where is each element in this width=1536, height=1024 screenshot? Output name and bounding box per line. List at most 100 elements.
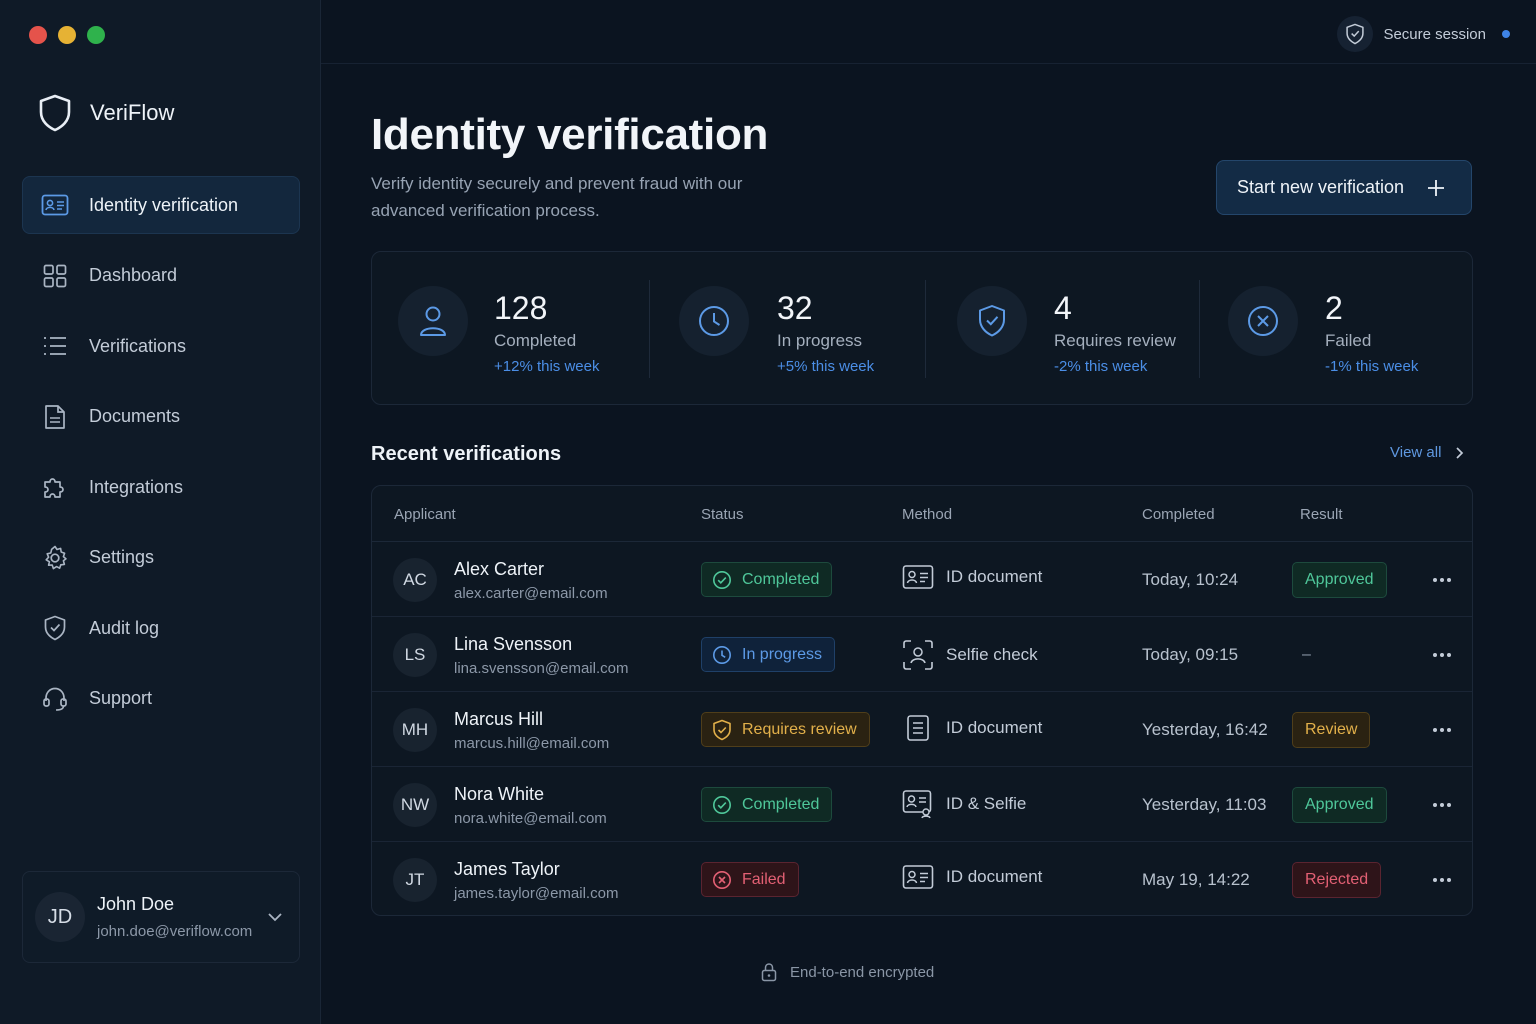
- document-icon: [41, 403, 69, 431]
- column-header: Result: [1300, 506, 1343, 523]
- method-label: ID document: [946, 867, 1043, 886]
- sidebar-item-settings[interactable]: Settings: [22, 529, 300, 587]
- app-logo: VeriFlow: [38, 94, 174, 132]
- table-row[interactable]: LS Lina Svensson lina.svensson@email.com…: [372, 617, 1472, 692]
- sidebar-nav: Identity verification Dashboard Verifica…: [22, 176, 300, 740]
- table-row[interactable]: JT James Taylor james.taylor@email.com F…: [372, 842, 1472, 915]
- result-badge: –: [1302, 646, 1311, 663]
- id-card-icon: [902, 564, 934, 590]
- sidebar-item-identity-verification[interactable]: Identity verification: [22, 176, 300, 234]
- stat-label: Completed: [494, 331, 577, 350]
- applicant-name: Nora White: [454, 784, 545, 804]
- column-header: Status: [701, 506, 744, 523]
- sidebar-item-label: Integrations: [89, 476, 184, 497]
- method: ID & Selfie: [902, 789, 1026, 819]
- footer-text: End-to-end encrypted: [790, 963, 935, 981]
- applicant-email: lina.svensson@email.com: [454, 660, 629, 677]
- sidebar-item-verifications[interactable]: Verifications: [22, 317, 300, 375]
- status-label: Completed: [742, 570, 820, 588]
- grid-icon: [41, 262, 69, 290]
- stat-in-progress: 32 In progress +5% this week: [650, 252, 926, 406]
- app-name: VeriFlow: [90, 100, 175, 125]
- window-controls: [29, 26, 105, 44]
- id-card-icon: [902, 864, 934, 890]
- user-menu[interactable]: JD John Doe john.doe@veriflow.com: [22, 871, 300, 963]
- status-label: Completed: [742, 795, 820, 813]
- stat-label: Requires review: [1054, 331, 1176, 350]
- chevron-down-icon[interactable]: [263, 905, 287, 929]
- sidebar-item-audit-log[interactable]: Audit log: [22, 599, 300, 657]
- more-options-icon[interactable]: [1430, 718, 1454, 742]
- avatar: LS: [393, 633, 437, 677]
- id-selfie-icon: [902, 789, 934, 819]
- view-all-link[interactable]: View all: [1390, 444, 1467, 461]
- column-header: Completed: [1142, 506, 1215, 523]
- status-badge: Completed: [701, 562, 833, 597]
- more-options-icon[interactable]: [1430, 868, 1454, 892]
- sidebar-item-label: Dashboard: [89, 265, 178, 285]
- clock-icon: [679, 286, 749, 356]
- status-badge: In progress: [701, 637, 836, 672]
- shield-check-icon: [41, 614, 69, 642]
- method-label: ID document: [946, 567, 1043, 586]
- completed-time: Today, 10:24: [1142, 570, 1239, 589]
- table-row[interactable]: MH Marcus Hill marcus.hill@email.com Req…: [372, 692, 1472, 767]
- check-circle-icon: [712, 570, 732, 590]
- shield-check-icon: [957, 286, 1027, 356]
- shield-logo-icon: [38, 94, 72, 132]
- view-all-label: View all: [1390, 444, 1442, 461]
- x-circle-icon: [1228, 286, 1298, 356]
- result-badge: Rejected: [1292, 862, 1382, 898]
- plus-icon: [1426, 178, 1446, 198]
- start-new-verification-button[interactable]: Start new verification: [1216, 160, 1472, 215]
- stat-trend: -2% this week: [1054, 358, 1148, 375]
- sidebar-item-integrations[interactable]: Integrations: [22, 458, 300, 516]
- list-icon: [41, 332, 69, 360]
- check-circle-icon: [712, 795, 732, 815]
- more-options-icon[interactable]: [1430, 643, 1454, 667]
- sidebar-item-label: Documents: [89, 406, 181, 426]
- applicant-name: Marcus Hill: [454, 709, 544, 729]
- sidebar-item-support[interactable]: Support: [22, 670, 300, 728]
- close-window-button[interactable]: [29, 26, 47, 44]
- secure-session-label: Secure session: [1383, 25, 1486, 43]
- gear-icon: [41, 544, 69, 572]
- stat-failed: 2 Failed -1% this week: [1200, 252, 1474, 406]
- stat-value: 2: [1325, 290, 1343, 326]
- more-options-icon[interactable]: [1430, 793, 1454, 817]
- applicant-email: nora.white@email.com: [454, 810, 607, 827]
- minimize-window-button[interactable]: [58, 26, 76, 44]
- sidebar-item-dashboard[interactable]: Dashboard: [22, 247, 300, 305]
- status-dot: [1502, 30, 1510, 38]
- avatar: NW: [393, 783, 437, 827]
- stat-requires-review: 4 Requires review -2% this week: [926, 252, 1200, 406]
- result-badge: Approved: [1292, 562, 1387, 598]
- page-subtitle: Verify identity securely and prevent fra…: [371, 174, 743, 220]
- result-badge: Review: [1292, 712, 1371, 748]
- method: ID document: [902, 714, 1042, 742]
- sidebar-item-documents[interactable]: Documents: [22, 388, 300, 446]
- sidebar-item-label: Settings: [89, 547, 155, 567]
- encryption-notice: End-to-end encrypted: [760, 962, 934, 982]
- more-options-icon[interactable]: [1430, 568, 1454, 592]
- stat-value: 32: [777, 290, 813, 326]
- status-badge: Completed: [701, 787, 833, 822]
- page-title: Identity verification: [371, 110, 769, 159]
- maximize-window-button[interactable]: [87, 26, 105, 44]
- avatar: JT: [393, 858, 437, 902]
- puzzle-icon: [41, 473, 69, 501]
- x-circle-icon: [712, 870, 732, 890]
- sidebar-item-label: Support: [89, 688, 153, 708]
- applicant-email: alex.carter@email.com: [454, 585, 608, 602]
- stat-value: 4: [1054, 290, 1072, 326]
- table-row[interactable]: AC Alex Carter alex.carter@email.com Com…: [372, 542, 1472, 617]
- stat-label: Failed: [1325, 331, 1372, 350]
- completed-time: Today, 09:15: [1142, 645, 1239, 664]
- avatar: MH: [393, 708, 437, 752]
- applicant-name: James Taylor: [454, 859, 560, 879]
- id-card-icon: [41, 191, 69, 219]
- method-label: ID & Selfie: [946, 794, 1027, 813]
- table-row[interactable]: NW Nora White nora.white@email.com Compl…: [372, 767, 1472, 842]
- method-label: ID document: [946, 718, 1043, 737]
- applicant-name: Alex Carter: [454, 559, 545, 579]
